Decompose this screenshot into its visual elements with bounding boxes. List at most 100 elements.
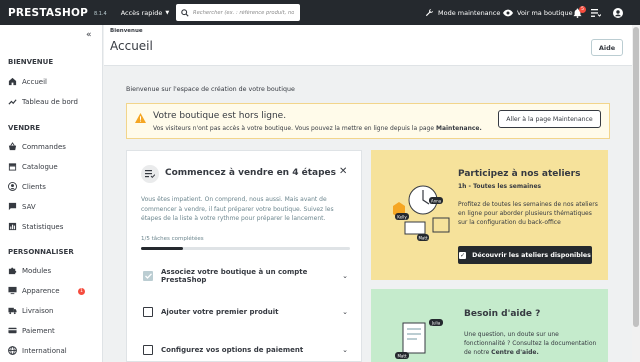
offline-alert: Votre boutique est hors ligne. Vos visit…: [126, 103, 610, 139]
checkbox-checked[interactable]: [143, 271, 153, 281]
sidebar-item-international[interactable]: International: [8, 346, 98, 355]
user-icon: [8, 182, 17, 191]
sidebar-item-label: International: [22, 346, 67, 355]
close-icon[interactable]: ✕: [339, 166, 347, 177]
checkbox-icon: ✓: [459, 251, 467, 259]
task-label: Ajouter votre premier produit: [161, 308, 279, 316]
prestashop-logo[interactable]: PRESTASHOP: [8, 7, 88, 19]
go-to-maintenance-button[interactable]: Aller à la page Maintenance: [498, 110, 601, 128]
sidebar-item-label: Apparence: [22, 286, 60, 295]
chart-icon: [8, 99, 17, 105]
help-center-link[interactable]: Centre d'aide.: [491, 349, 539, 356]
sidebar-item-label: Modules: [22, 266, 52, 275]
sidebar-item-sav[interactable]: SAV: [8, 202, 98, 211]
section-title-vendre: VENDRE: [8, 124, 41, 132]
basket-icon: [8, 142, 17, 151]
search-input[interactable]: Rechercher (ex. : référence produit, no: [176, 4, 300, 21]
sidebar-item-label: Catalogue: [22, 162, 58, 171]
section-title-personnaliser: PERSONNALISER: [8, 248, 74, 256]
sidebar-item-commandes[interactable]: Commandes: [8, 142, 98, 151]
sidebar-item-label: Tableau de bord: [22, 97, 78, 106]
sidebar-item-label: Commandes: [22, 142, 66, 151]
truck-icon: [8, 307, 17, 315]
sidebar-item-label: Livraison: [22, 306, 54, 315]
workshops-subtitle: 1h - Toutes les semaines: [458, 183, 542, 190]
discover-workshops-button[interactable]: ✓ Découvrir les ateliers disponibles: [458, 246, 592, 264]
help-button[interactable]: Aide: [591, 39, 623, 56]
puzzle-icon: [8, 267, 17, 275]
checklist-icon: [141, 165, 159, 183]
desktop-icon: [8, 286, 17, 295]
chat-icon: [8, 202, 17, 211]
alert-text: Vos visiteurs n'ont pas accès à votre bo…: [153, 125, 482, 132]
collapse-sidebar-icon[interactable]: «: [86, 30, 92, 40]
sidebar-item-accueil[interactable]: Accueil: [8, 77, 98, 86]
workshops-text: Profitez de toutes les semaines de nos a…: [458, 201, 598, 226]
page-title: Accueil: [110, 39, 153, 53]
eye-icon: [503, 9, 513, 16]
alert-maintenance-link[interactable]: Maintenance.: [436, 125, 482, 132]
sidebar-item-livraison[interactable]: Livraison: [8, 306, 98, 315]
maintenance-mode-label: Mode maintenance: [438, 8, 501, 17]
sidebar-item-label: SAV: [22, 202, 36, 211]
quick-access-label: Accès rapide: [120, 8, 163, 17]
progress-label: 1/5 tâches complétées: [141, 236, 204, 242]
task-item[interactable]: Associez votre boutique à un compte Pres…: [143, 268, 348, 284]
stats-icon: [8, 222, 17, 231]
tag-kelly: Kelly: [397, 215, 407, 220]
notifications-menu-button[interactable]: [591, 0, 605, 25]
help-panel: Julia Matt Besoin d'aide ? Une question,…: [371, 289, 608, 362]
chevron-down-icon[interactable]: ⌄: [342, 346, 348, 354]
card-icon: [8, 327, 17, 334]
warning-icon: [135, 113, 146, 123]
sidebar-item-clients[interactable]: Clients: [8, 182, 98, 191]
sidebar-item-label: Accueil: [22, 77, 47, 86]
help-illustration: Julia Matt: [395, 319, 443, 359]
quick-access-menu[interactable]: Accès rapide ▼: [121, 9, 170, 17]
breadcrumb[interactable]: Bienvenue: [110, 28, 143, 34]
sidebar-item-label: Clients: [22, 182, 46, 191]
chevron-down-icon[interactable]: ⌄: [342, 272, 348, 280]
version-label: 8.1.4: [93, 10, 107, 17]
home-icon: [8, 77, 17, 86]
search-placeholder: Rechercher (ex. : référence produit, no: [193, 9, 295, 16]
task-item[interactable]: Configurez vos options de paiement ⌄: [143, 345, 348, 355]
view-shop-link[interactable]: Voir ma boutique: [503, 0, 573, 25]
store-icon: [8, 163, 17, 171]
list-menu-icon: [591, 8, 601, 17]
sidebar-item-statistiques[interactable]: Statistiques: [8, 222, 98, 231]
sidebar-item-paiement[interactable]: Paiement: [8, 326, 98, 335]
sidebar-item-label: Paiement: [22, 326, 55, 335]
sidebar-item-tableau-de-bord[interactable]: Tableau de bord: [8, 97, 98, 106]
section-title-bienvenue: BIENVENUE: [8, 58, 54, 66]
checkbox[interactable]: [143, 345, 153, 355]
apparence-badge: 1: [78, 288, 85, 295]
workshops-panel: Anna Kelly Matt Participez à nos atelier…: [371, 150, 608, 280]
help-text: Une question, un doute sur une fonctionn…: [464, 330, 602, 357]
task-item[interactable]: Ajouter votre premier produit ⌄: [143, 307, 348, 317]
maintenance-mode-link[interactable]: Mode maintenance: [425, 0, 500, 25]
onboarding-description: Vous êtes impatient. On comprend, nous a…: [141, 196, 334, 222]
scrollbar-thumb[interactable]: [633, 27, 639, 327]
checkbox[interactable]: [143, 307, 153, 317]
caret-down-icon: ▼: [165, 9, 170, 16]
search-icon: [181, 8, 189, 17]
workshops-title: Participez à nos ateliers: [458, 169, 581, 179]
tag-julia: Julia: [431, 321, 441, 326]
sidebar-item-catalogue[interactable]: Catalogue: [8, 162, 98, 171]
notifications-badge: 5: [579, 6, 586, 13]
sidebar-item-modules[interactable]: Modules: [8, 266, 98, 275]
alert-message: Vos visiteurs n'ont pas accès à votre bo…: [153, 125, 436, 132]
account-icon: [613, 7, 623, 18]
page-scrollbar[interactable]: [632, 25, 640, 362]
tag-matt: Matt: [418, 236, 427, 241]
workshop-illustration: Anna Kelly Matt: [393, 185, 450, 241]
task-label: Configurez vos options de paiement: [161, 346, 304, 354]
onboarding-card: Commencez à vendre en 4 étapes ✕ Vous êt…: [126, 150, 362, 362]
account-button[interactable]: [613, 0, 627, 25]
chevron-down-icon[interactable]: ⌄: [342, 308, 348, 316]
tag-anna: Anna: [431, 199, 442, 204]
welcome-text: Bienvenue sur l'espace de création de vo…: [126, 86, 295, 93]
task-label: Associez votre boutique à un compte Pres…: [161, 268, 308, 284]
sidebar: « BIENVENUE Accueil Tableau de bord VEND…: [0, 25, 103, 362]
